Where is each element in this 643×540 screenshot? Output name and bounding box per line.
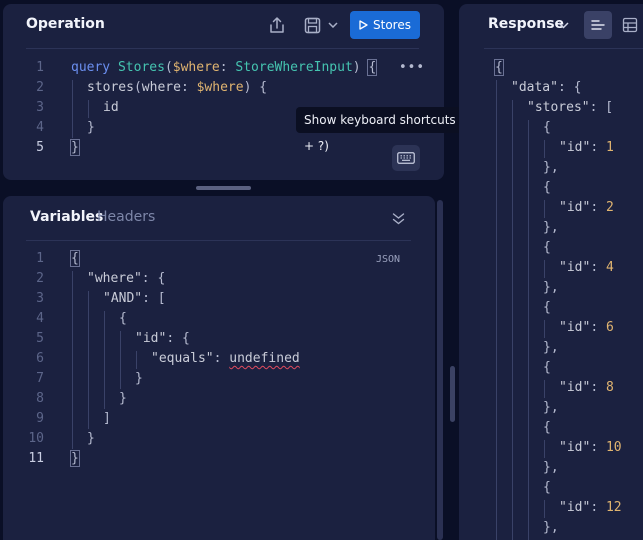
response-format-button[interactable] — [584, 11, 612, 39]
variables-code-line-11[interactable]: } — [70, 449, 80, 469]
line-number: 3 — [36, 291, 44, 306]
response-line: }, — [543, 160, 559, 175]
response-line: { — [543, 480, 551, 495]
indent-guide — [104, 311, 105, 409]
indent-guide — [496, 80, 497, 540]
variables-code-line-1[interactable]: { — [70, 249, 80, 269]
tab-variables[interactable]: Variables — [30, 209, 103, 225]
variables-scrollbar[interactable] — [437, 200, 443, 540]
table-view-icon[interactable] — [618, 13, 642, 37]
response-line: }, — [543, 520, 559, 535]
keyboard-shortcuts-button[interactable] — [392, 145, 420, 171]
response-line: "data": { — [511, 80, 582, 95]
indent-guide — [88, 100, 89, 118]
line-number: 4 — [36, 120, 44, 135]
variables-code-line-3[interactable]: "AND": [ — [103, 289, 166, 309]
operation-code-line-4[interactable]: } — [87, 118, 95, 138]
indent-guide — [544, 260, 545, 278]
operation-code-line-1[interactable]: query Stores($where: StoreWhereInput) { — [71, 58, 378, 78]
line-number: 8 — [36, 391, 44, 406]
variables-divider — [26, 240, 411, 241]
response-title[interactable]: Response — [488, 16, 564, 32]
indent-guide — [544, 200, 545, 218]
response-line: "id": 12 — [559, 500, 622, 515]
indent-guide — [544, 140, 545, 158]
indent-guide — [528, 120, 529, 540]
variables-code-line-5[interactable]: "id": { — [135, 329, 190, 349]
response-line: { — [543, 240, 551, 255]
chevron-down-icon[interactable] — [556, 18, 570, 32]
indent-guide — [72, 271, 73, 449]
run-button-label: Stores — [373, 18, 411, 32]
line-number: 9 — [36, 411, 44, 426]
line-number: 11 — [28, 451, 44, 466]
response-line: "id": 4 — [559, 260, 614, 275]
more-options-icon[interactable]: ••• — [399, 61, 425, 75]
indent-guide — [544, 380, 545, 398]
response-line: { — [543, 360, 551, 375]
line-number: 10 — [28, 431, 44, 446]
play-icon — [359, 20, 368, 30]
line-number: 5 — [36, 331, 44, 346]
response-line: }, — [543, 340, 559, 355]
response-line: "id": 8 — [559, 380, 614, 395]
indent-guide — [512, 100, 513, 540]
response-line: }, — [543, 280, 559, 295]
variables-code-line-6[interactable]: "equals": undefined — [151, 349, 300, 369]
response-line: }, — [543, 220, 559, 235]
response-line: { — [543, 300, 551, 315]
line-number: 7 — [36, 371, 44, 386]
operation-divider — [26, 48, 419, 49]
chevron-down-icon[interactable] — [326, 16, 340, 34]
operation-code-line-5[interactable]: } — [70, 138, 80, 158]
variables-code-line-10[interactable]: } — [87, 429, 95, 449]
collapse-icon[interactable] — [388, 208, 408, 228]
json-label: JSON — [376, 254, 401, 265]
variables-code-line-9[interactable]: ] — [103, 409, 111, 429]
indent-guide — [544, 320, 545, 338]
operation-title: Operation — [26, 16, 105, 32]
response-line: }, — [543, 400, 559, 415]
indent-guide — [88, 291, 89, 429]
sort-lines-icon — [591, 20, 605, 30]
line-number: 2 — [36, 271, 44, 286]
response-line: { — [543, 120, 551, 135]
line-number: 2 — [36, 80, 44, 95]
undefined-value: undefined — [229, 351, 300, 366]
response-divider — [484, 48, 643, 49]
variables-code-line-2[interactable]: "where": { — [87, 269, 165, 289]
line-number: 1 — [36, 60, 44, 75]
response-line: { — [543, 420, 551, 435]
indent-guide — [544, 440, 545, 458]
line-number: 5 — [36, 140, 44, 155]
operation-code-line-2[interactable]: stores(where: $where) { — [87, 78, 267, 98]
response-line: }, — [543, 460, 559, 475]
editor-resize-handle[interactable] — [196, 186, 251, 190]
response-line: "id": 2 — [559, 200, 614, 215]
indent-guide — [544, 500, 545, 518]
variables-code-line-4[interactable]: { — [119, 309, 127, 329]
operation-code-line-3[interactable]: id — [103, 98, 119, 118]
response-line: "id": 1 — [559, 140, 614, 155]
indent-guide — [120, 331, 121, 389]
share-icon[interactable] — [266, 13, 288, 37]
indent-guide — [136, 351, 137, 369]
line-number: 3 — [36, 100, 44, 115]
response-line: "id": 10 — [559, 440, 622, 455]
line-number: 1 — [36, 251, 44, 266]
line-number: 6 — [36, 351, 44, 366]
line-number: 4 — [36, 311, 44, 326]
save-icon[interactable] — [301, 13, 323, 37]
response-line: "stores": [ — [527, 100, 614, 115]
variables-code-line-8[interactable]: } — [119, 389, 127, 409]
run-stores-button[interactable]: Stores — [350, 11, 420, 39]
keyboard-icon — [397, 152, 415, 164]
variables-code-line-7[interactable]: } — [135, 369, 143, 389]
response-line: "id": 6 — [559, 320, 614, 335]
indent-guide — [72, 80, 73, 138]
response-line: { — [494, 59, 504, 76]
tab-headers[interactable]: Headers — [97, 209, 155, 225]
editor-scrollbar[interactable] — [450, 366, 455, 422]
response-line: { — [543, 180, 551, 195]
